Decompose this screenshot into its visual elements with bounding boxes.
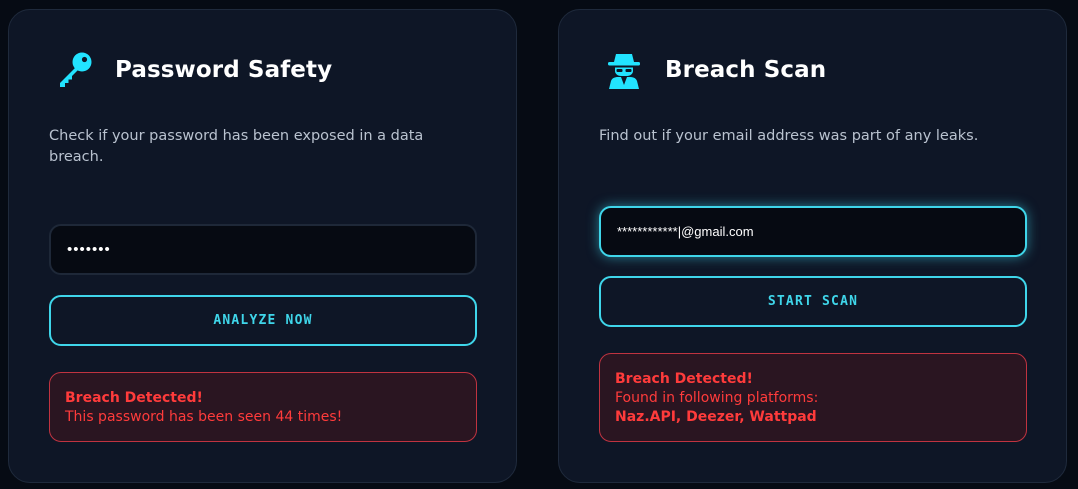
password-safety-card: Password Safety Check if your password h… <box>8 9 517 483</box>
breached-platforms-list: Naz.API, Deezer, Wattpad <box>615 409 817 425</box>
breach-card-header: Breach Scan <box>603 50 826 90</box>
password-card-description: Check if your password has been exposed … <box>49 128 424 165</box>
key-icon <box>53 49 95 91</box>
start-scan-button[interactable]: START SCAN <box>599 276 1027 327</box>
analyze-now-button[interactable]: ANALYZE NOW <box>49 295 477 346</box>
alert-heading: Breach Detected! <box>65 390 203 406</box>
password-card-header: Password Safety <box>53 50 332 90</box>
email-breach-alert: Breach Detected! Found in following plat… <box>599 353 1027 442</box>
alert-heading: Breach Detected! <box>615 371 753 387</box>
spy-icon <box>603 49 645 91</box>
breach-card-description: Find out if your email address was part … <box>599 128 979 144</box>
password-breach-alert: Breach Detected! This password has been … <box>49 372 477 442</box>
page-title: Breach Scan <box>665 57 827 83</box>
page-title: Password Safety <box>115 57 333 83</box>
alert-message: Found in following platforms: <box>615 390 819 406</box>
alert-message: This password has been seen 44 times! <box>65 409 343 425</box>
email-input[interactable]: ************|@gmail.com <box>599 206 1027 257</box>
password-input[interactable]: ••••••• <box>49 224 477 275</box>
breach-scan-card: Breach Scan Find out if your email addre… <box>558 9 1067 483</box>
